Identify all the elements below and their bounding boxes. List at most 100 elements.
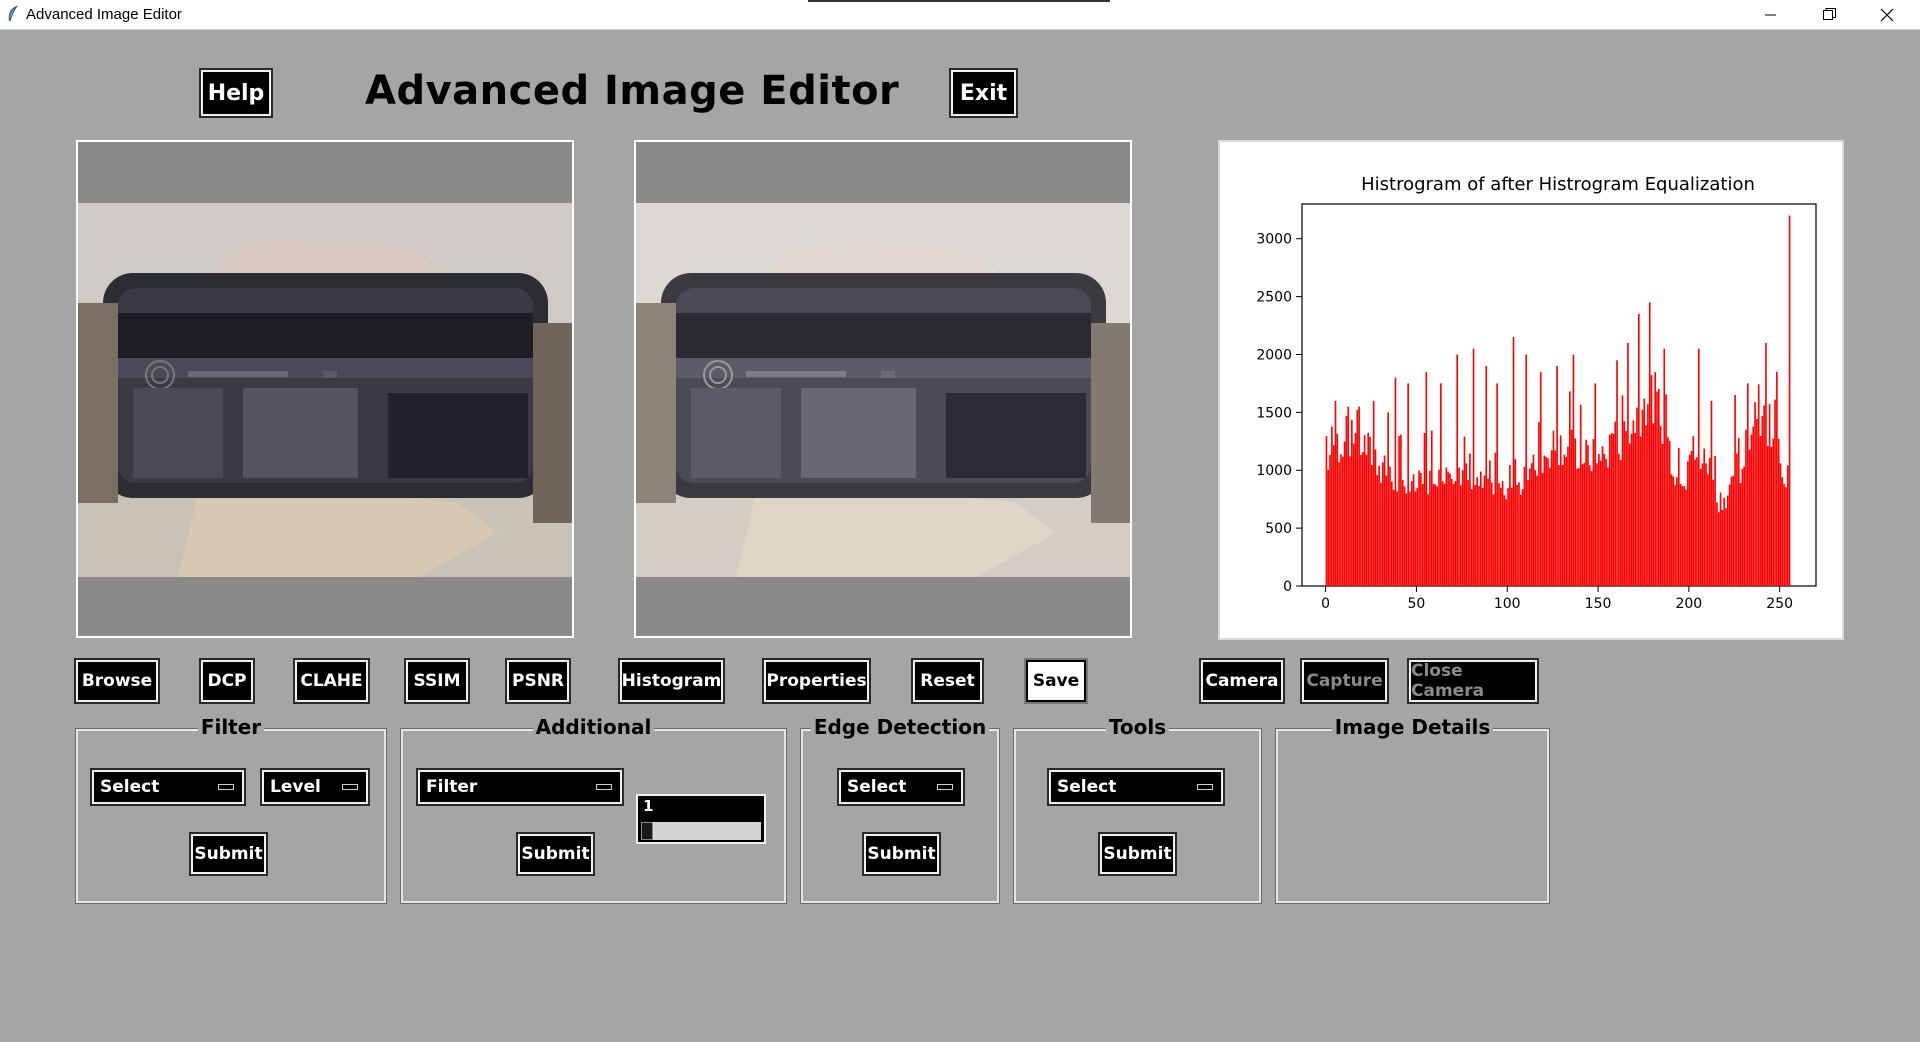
x-tick-label: 50	[1408, 596, 1426, 612]
save-button[interactable]: Save	[1024, 658, 1088, 704]
histogram-bar	[1699, 468, 1702, 586]
capture-button[interactable]: Capture	[1300, 658, 1389, 704]
dcp-button[interactable]: DCP	[199, 658, 255, 704]
image-details-group-title: Image Details	[1331, 715, 1494, 739]
histogram-bar	[1774, 399, 1776, 586]
dropdown-indicator-icon	[218, 784, 234, 790]
histogram-button[interactable]: Histogram	[618, 658, 725, 704]
filter-submit-button[interactable]: Submit	[189, 832, 268, 876]
additional-submit-button[interactable]: Submit	[516, 832, 595, 876]
slider-handle[interactable]	[641, 822, 653, 840]
histogram-bar	[1414, 491, 1417, 586]
window-titlebar: Advanced Image Editor	[0, 0, 1920, 30]
histogram-bar	[1503, 495, 1506, 586]
restore-button[interactable]	[1800, 0, 1858, 29]
histogram-bar	[1614, 421, 1617, 586]
histogram-bar	[1674, 485, 1676, 586]
histogram-bar	[1505, 499, 1508, 586]
filter-select[interactable]: Select	[90, 768, 246, 806]
histogram-bar	[1605, 458, 1607, 586]
histogram-bar	[1712, 479, 1715, 586]
histogram-bar	[1714, 456, 1716, 586]
histogram-bar	[1634, 432, 1637, 586]
histogram-bar	[1578, 468, 1580, 586]
additional-filter-select[interactable]: Filter	[416, 768, 624, 806]
histogram-bar	[1603, 453, 1606, 586]
histogram-bar	[1721, 510, 1724, 586]
tools-submit-button[interactable]: Submit	[1098, 832, 1177, 876]
tools-group: Tools Select Submit	[1013, 715, 1262, 904]
minimize-button[interactable]	[1742, 0, 1800, 29]
histogram-bar	[1487, 478, 1489, 586]
y-tick-label: 1000	[1256, 463, 1292, 479]
histogram-bar	[1708, 457, 1711, 586]
close-camera-button[interactable]: Close Camera	[1407, 658, 1539, 704]
psnr-button[interactable]: PSNR	[505, 658, 571, 704]
edge-select[interactable]: Select	[837, 768, 965, 806]
histogram-bar	[1521, 489, 1524, 586]
histogram-bar	[1331, 426, 1333, 586]
title-indicator	[808, 0, 1110, 2]
processed-image-panel	[634, 140, 1132, 638]
additional-filter-select-value: Filter	[426, 777, 478, 797]
x-tick-label: 150	[1585, 596, 1612, 612]
histogram-bar	[1501, 480, 1504, 586]
histogram-bar	[1561, 464, 1564, 586]
histogram-bar	[1688, 454, 1691, 586]
histogram-bar	[1440, 383, 1442, 586]
slider-trough[interactable]	[641, 822, 761, 840]
edge-submit-button[interactable]: Submit	[862, 832, 941, 876]
histogram-bar	[1696, 457, 1698, 586]
reset-button[interactable]: Reset	[911, 658, 984, 704]
camera-button[interactable]: Camera	[1199, 658, 1285, 704]
histogram-bar	[1659, 426, 1662, 586]
dropdown-indicator-icon	[596, 784, 612, 790]
clahe-button[interactable]: CLAHE	[293, 658, 370, 704]
exit-button[interactable]: Exit	[949, 68, 1018, 118]
level-select[interactable]: Level	[260, 768, 370, 806]
histogram-bar	[1356, 410, 1359, 586]
help-button[interactable]: Help	[199, 68, 273, 118]
histogram-bar	[1458, 467, 1460, 586]
histogram-bar	[1779, 463, 1782, 586]
histogram-bar	[1441, 481, 1444, 586]
histogram-bar	[1467, 480, 1469, 586]
histogram-bar	[1432, 483, 1435, 586]
histogram-bar	[1681, 486, 1684, 586]
histogram-bar	[1556, 366, 1558, 586]
histogram-bar	[1685, 489, 1687, 586]
histogram-bar	[1425, 371, 1428, 586]
histogram-bar	[1772, 438, 1775, 586]
histogram-bar	[1766, 446, 1769, 586]
histogram-bar	[1352, 443, 1355, 586]
close-button[interactable]	[1858, 0, 1916, 29]
histogram-bar	[1641, 409, 1644, 586]
histogram-bar	[1510, 487, 1513, 586]
additional-level-slider[interactable]: 1	[636, 794, 766, 844]
x-tick-label: 0	[1321, 596, 1330, 612]
histogram-bar	[1759, 435, 1762, 586]
histogram-bar	[1741, 468, 1744, 586]
properties-button[interactable]: Properties	[762, 658, 871, 704]
histogram-bar	[1645, 425, 1647, 586]
histogram-bar	[1612, 433, 1615, 586]
ssim-button[interactable]: SSIM	[404, 658, 470, 704]
histogram-bar	[1576, 468, 1578, 586]
x-tick-label: 200	[1675, 596, 1702, 612]
histogram-bar	[1783, 483, 1785, 586]
histogram-bar	[1325, 435, 1328, 586]
histogram-bar	[1590, 471, 1593, 586]
histogram-chart: Histrogram of after Histrogram Equalizat…	[1218, 140, 1844, 640]
histogram-bar	[1599, 460, 1602, 586]
histogram-bar	[1687, 461, 1689, 586]
edge-detection-group: Edge Detection Select Submit	[800, 715, 1000, 904]
histogram-bar	[1630, 433, 1633, 586]
histogram-bar	[1436, 486, 1439, 586]
histogram-bar	[1679, 483, 1682, 586]
histogram-bar	[1449, 473, 1451, 586]
histogram-bar	[1676, 477, 1678, 586]
browse-button[interactable]: Browse	[74, 658, 160, 704]
tools-select[interactable]: Select	[1047, 768, 1225, 806]
histogram-bar	[1525, 354, 1528, 586]
histogram-bar	[1401, 480, 1404, 586]
